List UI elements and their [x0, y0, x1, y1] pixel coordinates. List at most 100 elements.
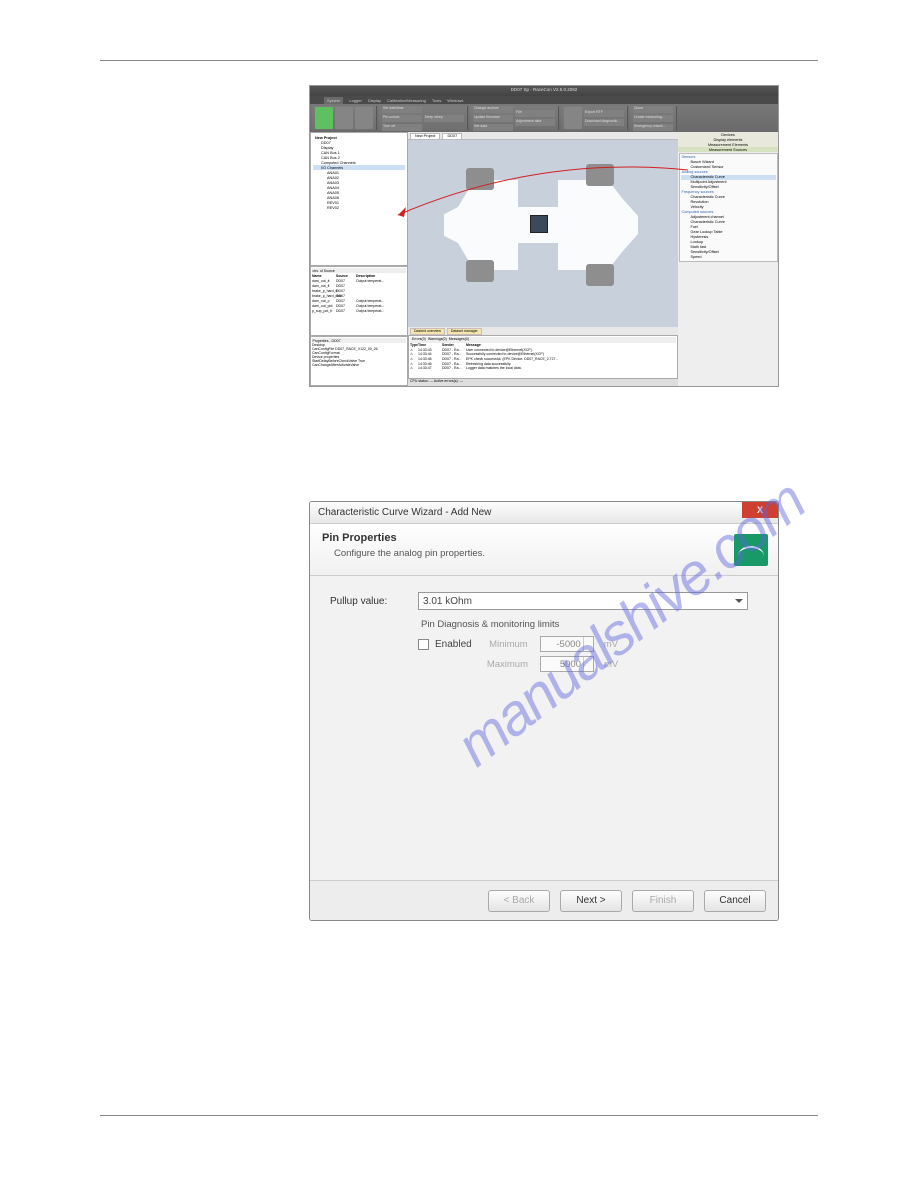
cell: DD07 [336, 294, 356, 298]
next-button[interactable]: Next > [560, 890, 622, 912]
ribbon-group-2: Set date/time Pin-unlock Turn off Deep s… [379, 106, 468, 130]
log-tab-messages[interactable]: Messages(0) [449, 337, 469, 343]
ribbon-group-3: Change archive Update firmware Set data … [470, 106, 559, 130]
finish-button[interactable]: Finish [632, 890, 694, 912]
ribbon-tab-display[interactable]: Display [368, 98, 381, 103]
minimum-input[interactable]: -5000 [540, 636, 594, 652]
divider-top [100, 60, 818, 61]
cell: p_sup_pot_fr [312, 309, 336, 313]
log-msg: Refreshing data successfully. [466, 362, 676, 366]
log-sender: DD07 - Ra... [442, 357, 466, 361]
analog-wave-icon [734, 534, 768, 566]
log-msg: Logger data matches the local data. [466, 366, 676, 370]
log-hdr: Time [418, 343, 442, 347]
rib-item-deepsleep[interactable]: Deep sleep [424, 115, 464, 122]
wheel-rear-left [586, 164, 614, 186]
back-button[interactable]: < Back [488, 890, 550, 912]
rib-item-setdate[interactable]: Set date/time [382, 106, 422, 113]
status-bar: CPU status: --- Active errors(s): --- [408, 379, 678, 386]
rib-item-updfw[interactable]: Update firmware [473, 115, 513, 122]
log-time: 14:33:46 [418, 362, 442, 366]
ribbon-group-5: Clone Create measuring... Emergency unlo… [630, 106, 677, 130]
minimum-value: -5000 [556, 639, 580, 650]
log-msg: EPK check successful. (EPK Device: DD07_… [466, 357, 676, 361]
cell: DD07 [336, 289, 356, 293]
ribbon-tab-calib[interactable]: Calibration/Measuring [387, 98, 426, 103]
ribbon-tab-logger[interactable]: Logger [349, 98, 361, 103]
spinner-icon[interactable] [583, 637, 593, 651]
toolbox-section-active[interactable]: Measurement Sources [678, 147, 778, 152]
rib-item-dldiag[interactable]: Download diagnostic... [584, 119, 624, 126]
center-bottom-tabs: Dashed overview Dataset manager [408, 327, 678, 335]
rib-item-pinunlock[interactable]: Pin-unlock [382, 115, 422, 122]
log-tab-errors[interactable]: Errors(0) [412, 337, 426, 343]
log-sender: DD07 - Ra... [442, 362, 466, 366]
rib-item-file[interactable]: File [515, 110, 555, 117]
rib-item-turnoff[interactable]: Turn off [382, 124, 422, 131]
center-tab-project[interactable]: New Project [410, 133, 440, 139]
log-sender: DD07 - Ra... [442, 348, 466, 352]
cell: DD07 [336, 284, 356, 288]
app-titlebar: DD07 Sp - RaceCon V2.5.0.2082 [310, 86, 778, 96]
ribbon-btn-3[interactable] [355, 107, 373, 129]
cell: brake_p_hard_fr [312, 289, 336, 293]
left-column: New Project DD07 Display CAN Bus 1 CAN B… [310, 132, 408, 386]
diagnosis-group: Pin Diagnosis & monitoring limits Enable… [418, 624, 678, 672]
rib-item-adjdata[interactable]: Adjustment data [515, 119, 555, 126]
ribbon-tab-system[interactable]: System [324, 97, 343, 104]
log-msg: User connected to device@Ethernet(XCP). [466, 348, 676, 352]
center-tabs: New Project DD07 [408, 132, 678, 140]
sensor-item[interactable]: Speed [681, 255, 776, 260]
center-tab-device[interactable]: DD07 [442, 133, 462, 139]
ecu-chip-icon[interactable] [530, 215, 548, 233]
cell: dam_out_p [312, 299, 336, 303]
log-tab-warnings[interactable]: Warnings(0) [428, 337, 447, 343]
rib-item-emergency[interactable]: Emergency unlock... [633, 124, 673, 131]
ribbon-tab-windows[interactable]: Windows [447, 98, 463, 103]
log-time: 14:33:46 [418, 357, 442, 361]
ribbon-btn-device[interactable] [315, 107, 333, 129]
ribbon-tabs: System Logger Display Calibration/Measur… [310, 96, 778, 104]
channels-panel: chs. of Source Name Source Description d… [310, 266, 408, 336]
enabled-checkbox[interactable] [418, 639, 429, 650]
pullup-select[interactable]: 3.01 kOhm [418, 592, 748, 610]
wizard-body: Pullup value: 3.01 kOhm Pin Diagnosis & … [310, 576, 778, 692]
tab-dashed-overview[interactable]: Dashed overview [410, 328, 445, 335]
rib-item-chgarchive[interactable]: Change archive [473, 106, 513, 113]
center-column: New Project DD07 Dashed overview Dataset… [408, 132, 678, 386]
log-hdr: Message [466, 343, 676, 347]
wheel-rear-right [586, 264, 614, 286]
close-button[interactable]: X [742, 502, 778, 518]
log-hdr: Sender [442, 343, 466, 347]
ribbon-btn-2[interactable] [335, 107, 353, 129]
log-sender: DD07 - Ra... [442, 366, 466, 370]
cancel-button[interactable]: Cancel [704, 890, 766, 912]
rib-item-clone[interactable]: Clone [633, 106, 673, 113]
ribbon-tab-tools[interactable]: Tools [432, 98, 441, 103]
cell: Output temperat... [356, 309, 384, 313]
rib-item-exportrtf[interactable]: Export RTF [584, 110, 624, 117]
cell: DD07 [336, 299, 356, 303]
tree-item[interactable]: REV02 [313, 205, 405, 210]
right-toolbox: Devices Display elements Measurement Ele… [678, 132, 778, 386]
rib-btn-export[interactable] [564, 107, 582, 129]
log-time: 14:33:47 [418, 366, 442, 370]
chevron-down-icon [735, 599, 743, 603]
wizard-titlebar[interactable]: Characteristic Curve Wizard - Add New X [310, 502, 778, 524]
rib-item-createmeas[interactable]: Create measuring... [633, 115, 673, 122]
sensors-list: Sensors Bosch Wizard Customized Sensor A… [679, 153, 778, 262]
app-body: New Project DD07 Display CAN Bus 1 CAN B… [310, 132, 778, 386]
cell: Output temperat... [356, 304, 384, 308]
cell: DD07 [336, 309, 356, 313]
project-tree[interactable]: New Project DD07 Display CAN Bus 1 CAN B… [310, 132, 408, 266]
cell: DD07 [336, 304, 356, 308]
rib-item-setdata[interactable]: Set data [473, 124, 513, 131]
pullup-label: Pullup value: [330, 596, 418, 607]
unit-label: mV [604, 659, 618, 670]
car-diagram-area[interactable] [408, 140, 678, 327]
ribbon-group-4: Export RTF Download diagnostic... [561, 106, 628, 130]
cell: Output temperat... [356, 299, 384, 303]
maximum-input[interactable]: 5000 [540, 656, 594, 672]
tab-dataset-manager[interactable]: Dataset manager [447, 328, 482, 335]
spinner-icon[interactable] [583, 657, 593, 671]
